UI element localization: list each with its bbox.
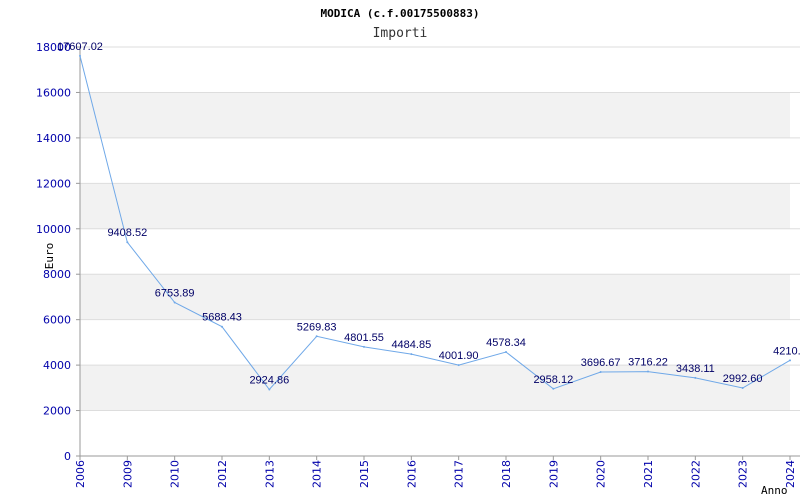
x-tick-label: 2021	[642, 460, 655, 488]
data-label: 4578.34	[486, 337, 526, 349]
x-tick-label: 2010	[169, 460, 182, 488]
data-point	[741, 387, 744, 390]
data-label: 5269.83	[297, 321, 337, 333]
y-tick-label: 16000	[36, 86, 71, 99]
data-point	[363, 345, 365, 348]
data-label: 9408.52	[107, 227, 147, 239]
y-tick-label: 2000	[43, 405, 71, 418]
data-label: 2924.86	[249, 375, 289, 387]
data-label: 2992.60	[723, 373, 763, 385]
x-tick-label: 2017	[453, 460, 466, 488]
x-tick-label: 2019	[547, 460, 560, 488]
data-label: 4801.55	[344, 332, 384, 344]
data-point	[789, 359, 791, 362]
data-point	[221, 325, 223, 328]
x-tick-label: 2022	[689, 460, 702, 488]
x-tick-label: 2016	[405, 460, 418, 488]
data-label: 4210.3	[773, 345, 800, 357]
data-point	[694, 376, 697, 379]
y-tick-label: 0	[64, 450, 71, 463]
x-tick-label: 2015	[358, 460, 371, 488]
data-point	[173, 301, 176, 304]
data-label: 17607.02	[57, 41, 103, 53]
data-point	[79, 54, 81, 57]
chart-title: MODICA (c.f.00175500883)	[321, 7, 480, 20]
y-axis-label: Euro	[43, 243, 56, 270]
data-label: 4001.90	[439, 350, 479, 362]
x-tick-label: 2009	[121, 460, 134, 488]
x-tick-label: 2023	[737, 460, 750, 488]
x-tick-label: 2013	[263, 460, 276, 488]
data-point	[126, 241, 129, 244]
y-tick-label: 10000	[36, 223, 71, 236]
line-chart: MODICA (c.f.00175500883) Importi 0 2000 40…	[36, 7, 800, 497]
data-point	[552, 387, 555, 390]
data-label: 3716.22	[628, 357, 668, 369]
y-tick-label: 4000	[43, 359, 71, 372]
x-tick-label: 2018	[500, 460, 513, 488]
data-label: 5688.43	[202, 312, 242, 324]
data-point	[268, 388, 271, 391]
data-point	[457, 364, 460, 367]
data-point	[505, 350, 507, 353]
data-label: 2958.12	[533, 374, 573, 386]
plot-band	[80, 92, 790, 138]
data-point	[599, 371, 602, 374]
x-tick-label: 2012	[216, 460, 229, 488]
data-label: 4484.85	[391, 339, 431, 351]
data-label: 6753.89	[155, 288, 195, 300]
data-point	[315, 335, 318, 338]
x-tick-labels: 2006 2009 2010 2012 2013 2014 2015 2016 2017 2018…	[74, 460, 797, 488]
data-label: 3696.67	[581, 357, 621, 369]
x-tick-label: 2014	[311, 460, 324, 488]
y-tick-label: 14000	[36, 132, 71, 145]
x-tick-label: 2020	[595, 460, 608, 488]
plot-band	[80, 183, 790, 229]
x-axis-label: Anno	[761, 484, 788, 497]
y-tick-label: 6000	[43, 314, 71, 327]
chart-subtitle: Importi	[373, 26, 428, 41]
x-tick-label: 2006	[74, 460, 87, 488]
y-tick-label: 12000	[36, 177, 71, 190]
data-point	[410, 353, 413, 356]
data-point	[647, 370, 649, 373]
data-label: 3438.11	[676, 363, 715, 375]
